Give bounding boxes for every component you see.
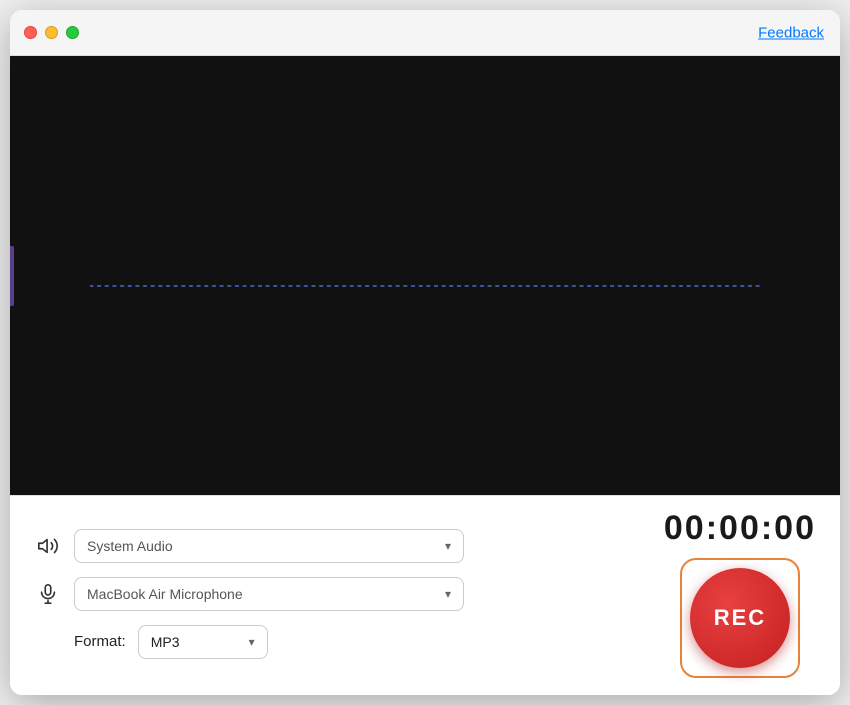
timer-display: 00:00:00 — [664, 509, 816, 548]
traffic-lights — [24, 26, 79, 39]
waveform-line — [90, 275, 760, 277]
format-label: Format: — [74, 633, 126, 650]
format-value: MP3 — [151, 634, 241, 650]
format-arrow: ▾ — [249, 635, 255, 649]
controls-area: System Audio ▾ MacBook Air Microphone — [10, 495, 840, 695]
format-control-row: Format: MP3 ▾ — [34, 625, 634, 659]
left-controls: System Audio ▾ MacBook Air Microphone — [34, 529, 634, 659]
left-bar-indicator — [10, 246, 14, 306]
microphone-icon — [34, 580, 62, 608]
titlebar: Feedback — [10, 10, 840, 56]
close-button[interactable] — [24, 26, 37, 39]
feedback-link[interactable]: Feedback — [758, 24, 824, 41]
maximize-button[interactable] — [66, 26, 79, 39]
app-window: Feedback System Audio — [10, 10, 840, 695]
microphone-label: MacBook Air Microphone — [87, 586, 437, 602]
rec-button-container[interactable]: REC — [680, 558, 800, 678]
minimize-button[interactable] — [45, 26, 58, 39]
format-dropdown[interactable]: MP3 ▾ — [138, 625, 268, 659]
audio-control-row: System Audio ▾ — [34, 529, 634, 563]
mic-control-row: MacBook Air Microphone ▾ — [34, 577, 634, 611]
microphone-dropdown[interactable]: MacBook Air Microphone ▾ — [74, 577, 464, 611]
display-area — [10, 56, 840, 495]
rec-button[interactable]: REC — [690, 568, 790, 668]
mic-arrow: ▾ — [445, 587, 451, 601]
system-audio-arrow: ▾ — [445, 539, 451, 553]
right-controls: 00:00:00 REC — [634, 509, 816, 678]
speaker-icon — [34, 532, 62, 560]
system-audio-dropdown[interactable]: System Audio ▾ — [74, 529, 464, 563]
rec-label: REC — [714, 605, 766, 631]
system-audio-label: System Audio — [87, 538, 437, 554]
